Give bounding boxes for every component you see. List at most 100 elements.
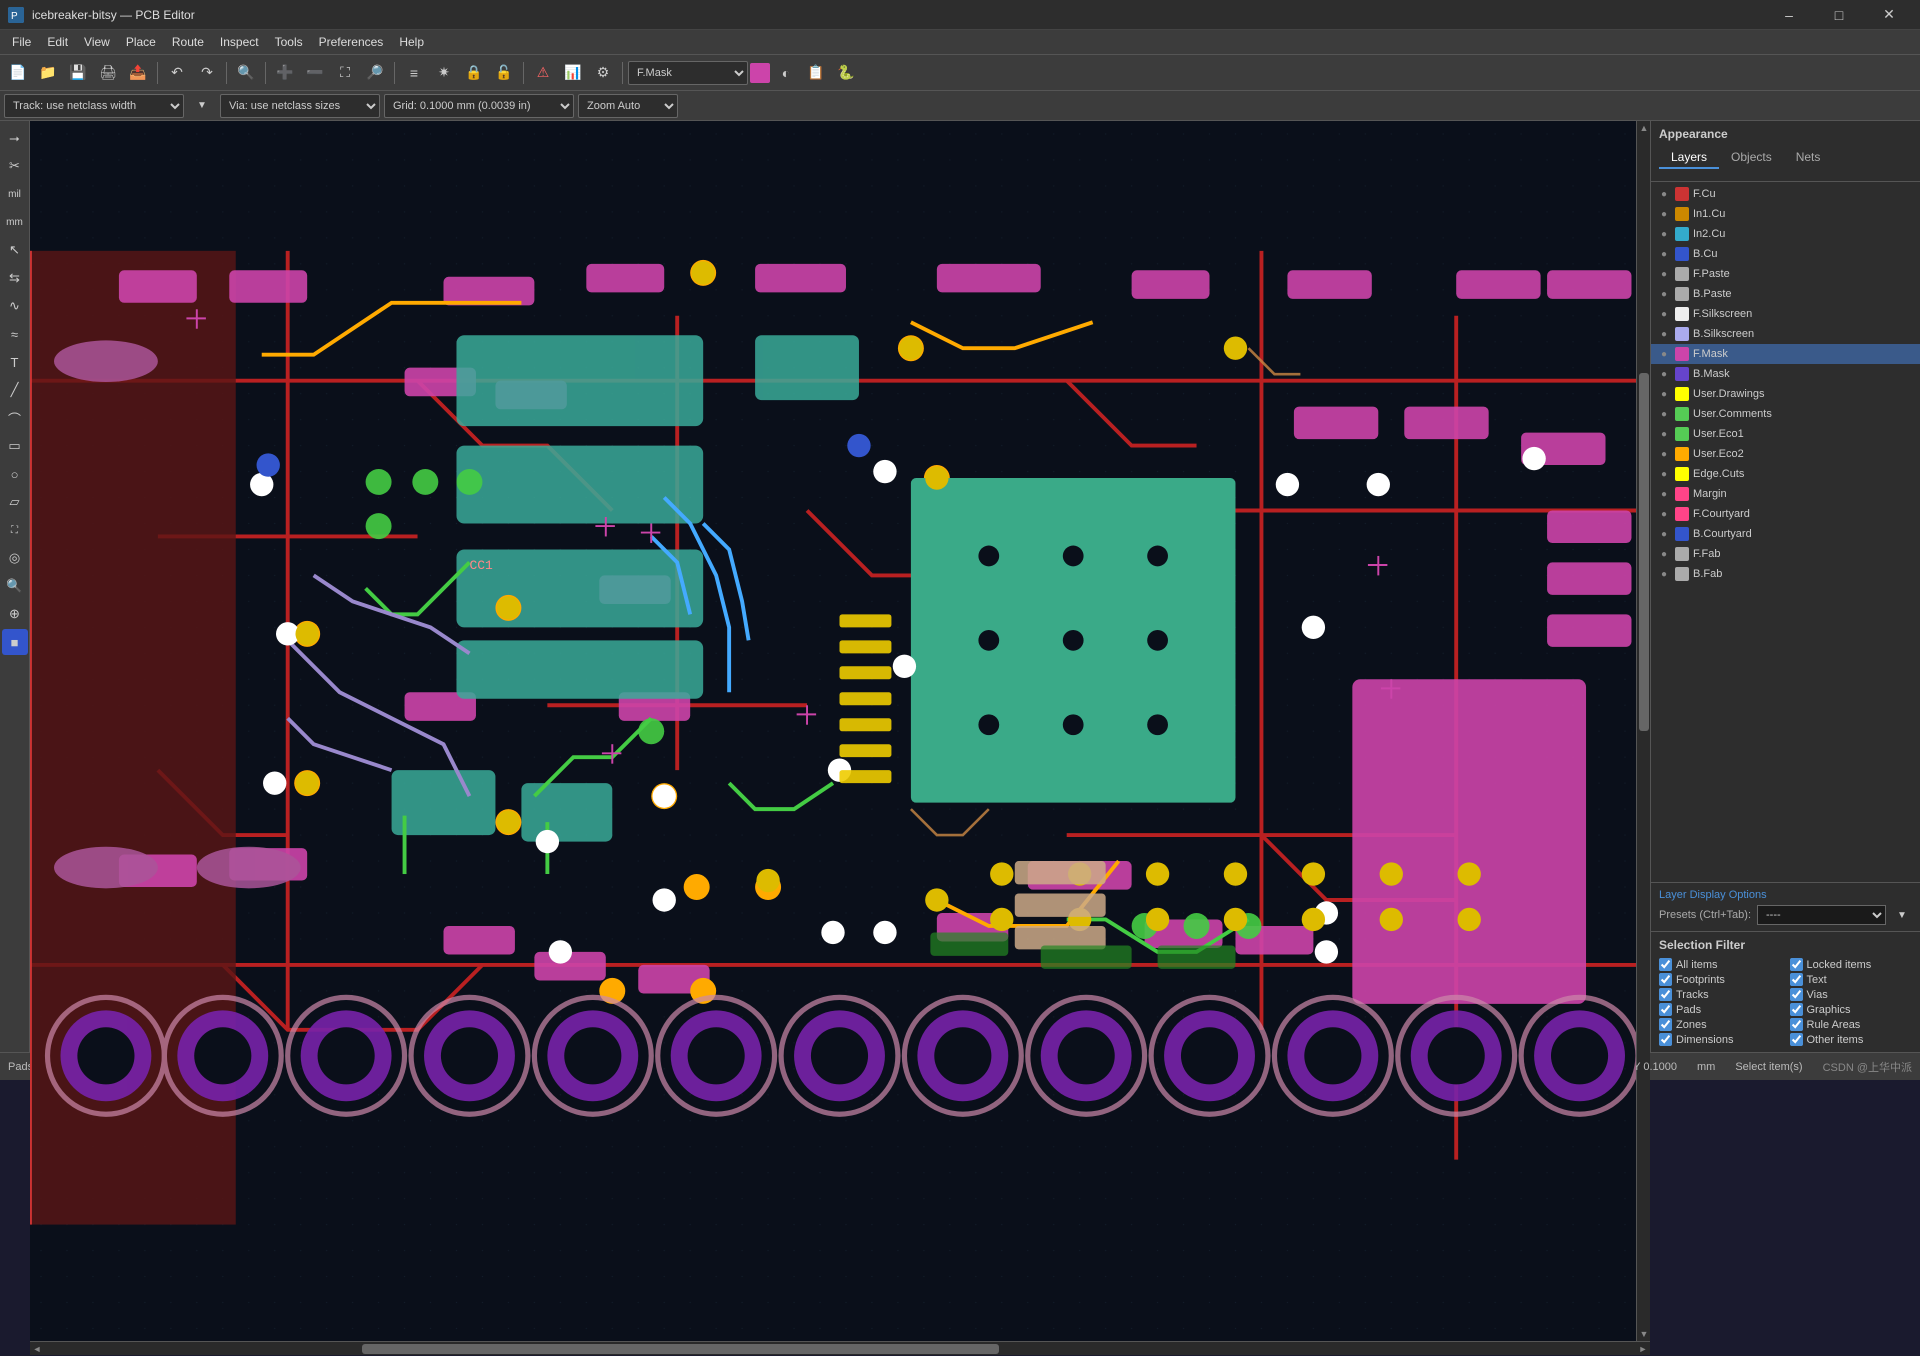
layer-visibility-1[interactable]: ●: [1657, 207, 1671, 221]
print-button[interactable]: 🖨: [94, 59, 122, 87]
filter-checkbox-zones[interactable]: [1659, 1018, 1672, 1031]
layer-item-f-paste[interactable]: ●F.Paste: [1651, 264, 1920, 284]
scripting-button[interactable]: 🐍: [832, 59, 860, 87]
select-tool[interactable]: ⭢: [2, 125, 28, 151]
layer-item-in2-cu[interactable]: ●In2.Cu: [1651, 224, 1920, 244]
layer-item-f-mask[interactable]: ●F.Mask: [1651, 344, 1920, 364]
menu-view[interactable]: View: [76, 32, 118, 52]
netinspector-button[interactable]: 📊: [559, 59, 587, 87]
menu-tools[interactable]: Tools: [267, 32, 311, 52]
save-button[interactable]: 💾: [64, 59, 92, 87]
filter-checkbox-text[interactable]: [1790, 973, 1803, 986]
export-button[interactable]: 📤: [124, 59, 152, 87]
hscroll-thumb[interactable]: [362, 1344, 999, 1354]
layer-item-user-eco2[interactable]: ●User.Eco2: [1651, 444, 1920, 464]
add-text-tool[interactable]: T: [2, 349, 28, 375]
presets-expand[interactable]: ▼: [1892, 905, 1912, 925]
layer-item-user-eco1[interactable]: ●User.Eco1: [1651, 424, 1920, 444]
menu-edit[interactable]: Edit: [39, 32, 76, 52]
undo-button[interactable]: ↶: [163, 59, 191, 87]
zoom-area-button[interactable]: 🔎: [361, 59, 389, 87]
vertical-scrollbar[interactable]: ▲ ▼: [1636, 121, 1650, 1341]
grid-tool[interactable]: mm: [2, 209, 28, 235]
cross-probe-tool[interactable]: ⊕: [2, 601, 28, 627]
zoom-in-button[interactable]: ➕: [271, 59, 299, 87]
add-arc-tool[interactable]: ⌒: [2, 405, 28, 431]
filter-checkbox-other-items[interactable]: [1790, 1033, 1803, 1046]
titlebar-controls[interactable]: – □ ✕: [1766, 0, 1912, 30]
layer-item-f-cu[interactable]: ●F.Cu: [1651, 184, 1920, 204]
board-stats-button[interactable]: 📋: [802, 59, 830, 87]
layer-visibility-7[interactable]: ●: [1657, 327, 1671, 341]
design-rules-button[interactable]: ⚠: [529, 59, 557, 87]
layer-item-b-paste[interactable]: ●B.Paste: [1651, 284, 1920, 304]
layer-item-in1-cu[interactable]: ●In1.Cu: [1651, 204, 1920, 224]
layer-item-f-silkscreen[interactable]: ●F.Silkscreen: [1651, 304, 1920, 324]
track-width-selector[interactable]: Track: use netclass width: [4, 94, 184, 118]
layer-visibility-17[interactable]: ●: [1657, 527, 1671, 541]
lock-button[interactable]: 🔒: [460, 59, 488, 87]
add-via-tool[interactable]: ◎: [2, 545, 28, 571]
zoom-selector[interactable]: Zoom Auto: [578, 94, 678, 118]
filter-checkbox-vias[interactable]: [1790, 988, 1803, 1001]
layer-visibility-18[interactable]: ●: [1657, 547, 1671, 561]
tab-nets[interactable]: Nets: [1784, 147, 1833, 169]
layer-item-b-courtyard[interactable]: ●B.Courtyard: [1651, 524, 1920, 544]
layer-item-edge-cuts[interactable]: ●Edge.Cuts: [1651, 464, 1920, 484]
zoom-out-button[interactable]: ➖: [301, 59, 329, 87]
tab-layers[interactable]: Layers: [1659, 147, 1719, 169]
pcb-canvas[interactable]: CC1: [30, 121, 1636, 1341]
layer-visibility-8[interactable]: ●: [1657, 347, 1671, 361]
minimize-button[interactable]: –: [1766, 0, 1812, 30]
inspect-tool[interactable]: 🔍: [2, 573, 28, 599]
close-button[interactable]: ✕: [1866, 0, 1912, 30]
layer-item-b-silkscreen[interactable]: ●B.Silkscreen: [1651, 324, 1920, 344]
add-line-tool[interactable]: ╱: [2, 377, 28, 403]
highlight-net-button[interactable]: ✷: [430, 59, 458, 87]
layer-visibility-10[interactable]: ●: [1657, 387, 1671, 401]
layer-selector[interactable]: F.Mask F.Cu B.Cu: [628, 61, 748, 85]
scroll-thumb[interactable]: [1639, 373, 1649, 731]
redo-button[interactable]: ↷: [193, 59, 221, 87]
filter-checkbox-all-items[interactable]: [1659, 958, 1672, 971]
layer-visibility-9[interactable]: ●: [1657, 367, 1671, 381]
open-button[interactable]: 📁: [34, 59, 62, 87]
layer-item-b-cu[interactable]: ●B.Cu: [1651, 244, 1920, 264]
filter-checkbox-locked-items[interactable]: [1790, 958, 1803, 971]
tune-diff-pair-tool[interactable]: ≈: [2, 321, 28, 347]
route-track-tool[interactable]: ↖: [2, 237, 28, 263]
board-setup-button[interactable]: ⚙: [589, 59, 617, 87]
layer-visibility-4[interactable]: ●: [1657, 267, 1671, 281]
zoom-fit-button[interactable]: ⛶: [331, 59, 359, 87]
layer-visibility-6[interactable]: ●: [1657, 307, 1671, 321]
layer-item-margin[interactable]: ●Margin: [1651, 484, 1920, 504]
filter-checkbox-pads[interactable]: [1659, 1003, 1672, 1016]
menu-help[interactable]: Help: [391, 32, 432, 52]
maximize-button[interactable]: □: [1816, 0, 1862, 30]
layer-visibility-14[interactable]: ●: [1657, 467, 1671, 481]
scroll-track[interactable]: [1637, 135, 1650, 1327]
presets-select[interactable]: ----: [1757, 905, 1886, 925]
scroll-down-button[interactable]: ▼: [1637, 1327, 1651, 1341]
layer-color-button[interactable]: [750, 63, 770, 83]
menu-file[interactable]: File: [4, 32, 39, 52]
filter-checkbox-tracks[interactable]: [1659, 988, 1672, 1001]
scroll-right-button[interactable]: ►: [1636, 1342, 1650, 1356]
route-diff-pair-tool[interactable]: ⇆: [2, 265, 28, 291]
ratsnest-button[interactable]: ≡: [400, 59, 428, 87]
filter-checkbox-dimensions[interactable]: [1659, 1033, 1672, 1046]
search-button[interactable]: 🔍: [232, 59, 260, 87]
via-size-selector[interactable]: Via: use netclass sizes: [220, 94, 380, 118]
layer-visibility-2[interactable]: ●: [1657, 227, 1671, 241]
select-filter-tool[interactable]: ✂: [2, 153, 28, 179]
measure-tool[interactable]: mil: [2, 181, 28, 207]
fill-zones-tool[interactable]: ■: [2, 629, 28, 655]
layer-display-header[interactable]: Layer Display Options: [1659, 889, 1912, 901]
layer-visibility-5[interactable]: ●: [1657, 287, 1671, 301]
tab-objects[interactable]: Objects: [1719, 147, 1784, 169]
filter-checkbox-rule-areas[interactable]: [1790, 1018, 1803, 1031]
layer-item-b-fab[interactable]: ●B.Fab: [1651, 564, 1920, 584]
horizontal-scrollbar[interactable]: ◄ ►: [30, 1341, 1650, 1355]
add-rect-tool[interactable]: ▭: [2, 433, 28, 459]
layer-visibility-15[interactable]: ●: [1657, 487, 1671, 501]
